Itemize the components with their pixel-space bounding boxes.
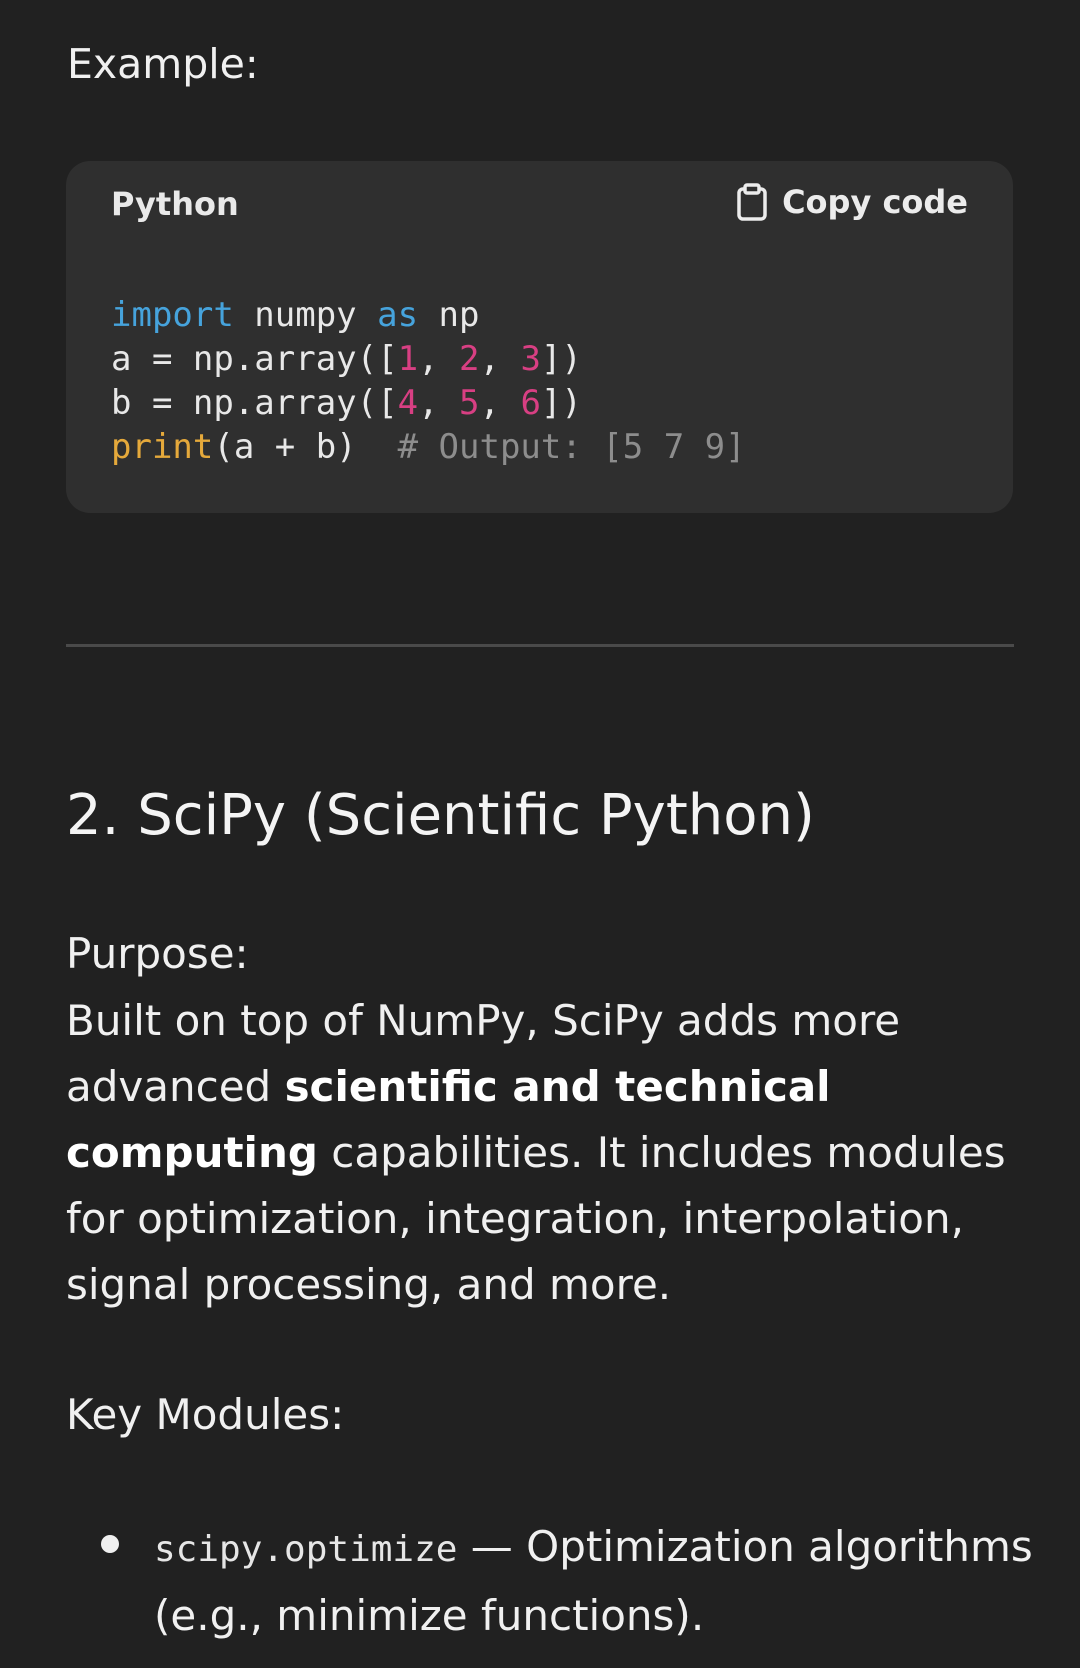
code-token: b = np.array([ bbox=[111, 383, 398, 423]
code-token: # Output: [5 7 9] bbox=[397, 427, 746, 467]
code-token: as bbox=[377, 295, 419, 335]
key-modules-label: Key Modules: bbox=[66, 1390, 345, 1439]
code-line: print(a + b) # Output: [5 7 9] bbox=[111, 425, 746, 469]
code-token: , bbox=[479, 339, 521, 379]
purpose-label: Purpose: bbox=[66, 929, 249, 978]
code-block: Python Copy code import numpy as np a = n… bbox=[66, 161, 1013, 513]
code-token: numpy bbox=[233, 295, 378, 335]
list-item: scipy.optimize — Optimization algorithms… bbox=[154, 1514, 1054, 1649]
code-token: a = np.array([ bbox=[111, 339, 398, 379]
code-token: 4 bbox=[397, 383, 419, 423]
code-token: , bbox=[479, 383, 521, 423]
copy-code-button[interactable]: Copy code bbox=[736, 181, 968, 223]
code-token: 2 bbox=[459, 339, 480, 379]
code-line: a = np.array([1, 2, 3]) bbox=[111, 337, 746, 381]
code-token: np bbox=[418, 295, 480, 335]
code-token: ]) bbox=[540, 339, 582, 379]
code-token: 1 bbox=[397, 339, 419, 379]
code-token: import bbox=[111, 295, 234, 335]
code-token: ]) bbox=[540, 383, 582, 423]
copy-code-label: Copy code bbox=[782, 183, 968, 221]
purpose-paragraph: Built on top of NumPy, SciPy adds more a… bbox=[66, 988, 1026, 1318]
code-token: 6 bbox=[520, 383, 541, 423]
code-line: import numpy as np bbox=[111, 293, 746, 337]
code-token: 5 bbox=[459, 383, 480, 423]
divider bbox=[66, 644, 1014, 647]
code-line: b = np.array([4, 5, 6]) bbox=[111, 381, 746, 425]
code-content: import numpy as np a = np.array([1, 2, 3]… bbox=[111, 293, 746, 469]
code-token: , bbox=[418, 383, 460, 423]
code-token: print bbox=[111, 427, 214, 467]
bullet-dot bbox=[101, 1535, 119, 1553]
module-name-code: scipy.optimize bbox=[154, 1529, 458, 1570]
clipboard-icon bbox=[736, 183, 768, 221]
section-heading: 2. SciPy (Scientific Python) bbox=[66, 783, 815, 848]
code-token: , bbox=[418, 339, 460, 379]
code-language-label: Python bbox=[111, 185, 239, 223]
example-label: Example: bbox=[67, 40, 259, 88]
code-token: 3 bbox=[520, 339, 541, 379]
code-token: (a + b) bbox=[213, 427, 398, 467]
